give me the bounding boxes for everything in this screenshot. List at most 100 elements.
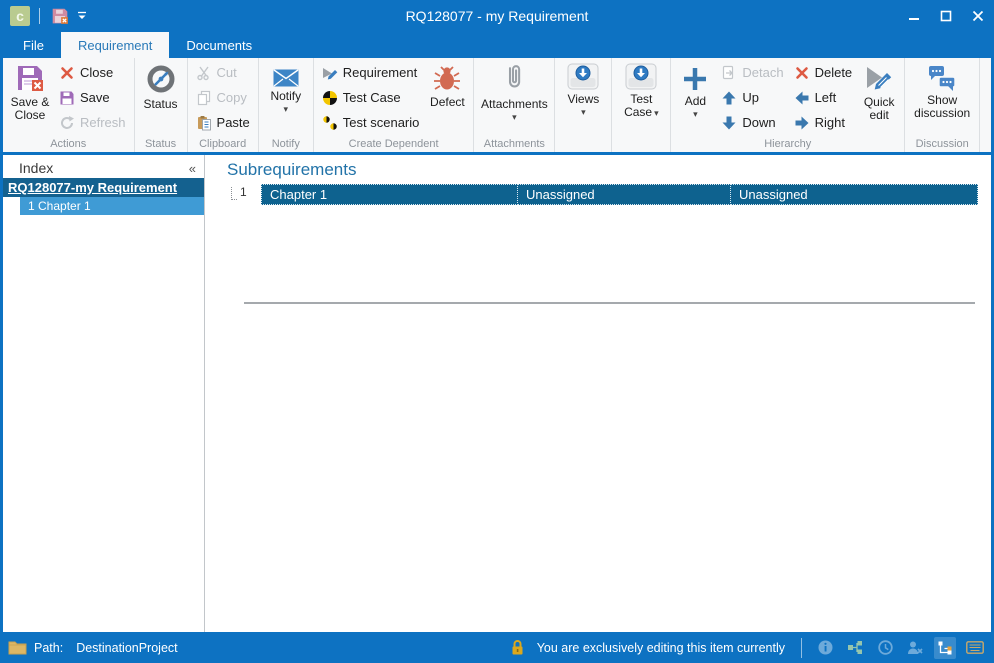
group-label-create-dependent: Create Dependent <box>317 137 471 152</box>
structure-button[interactable] <box>844 637 866 659</box>
down-button[interactable]: Down <box>716 110 788 135</box>
attachments-paperclip-icon <box>499 63 529 95</box>
quick-edit-button[interactable]: Quick edit <box>857 60 901 122</box>
group-label-attachments: Attachments <box>477 137 551 152</box>
tree-item-chapter[interactable]: 1 Chapter 1 <box>20 197 204 215</box>
app-window: c RQ128077 - my Requirement <box>0 0 994 663</box>
close-window-button[interactable] <box>962 0 994 32</box>
show-discussion-button[interactable]: Show discussion <box>908 60 976 120</box>
notify-button[interactable]: Notify ▾ <box>262 60 310 113</box>
window-controls <box>898 0 994 32</box>
group-label-hierarchy: Hierarchy <box>674 137 901 152</box>
minimize-icon <box>908 10 920 22</box>
ribbon-group-views: Views ▾ <box>555 58 612 152</box>
paste-icon <box>196 115 212 131</box>
roles-button[interactable] <box>904 637 926 659</box>
minimize-button[interactable] <box>898 0 930 32</box>
cell-name[interactable]: Chapter 1 <box>261 184 518 205</box>
detach-button[interactable]: Detach <box>716 60 788 85</box>
ribbon-tab-bar: File Requirement Documents <box>0 32 994 58</box>
views-sphere-icon <box>567 63 599 90</box>
delete-x-icon <box>794 65 810 81</box>
app-icon[interactable]: c <box>10 6 30 26</box>
ribbon-group-test-case: Test Case▾ <box>612 58 671 152</box>
tab-file[interactable]: File <box>6 32 61 58</box>
detach-icon <box>721 65 737 81</box>
cell-assignee-1[interactable]: Unassigned <box>517 184 731 205</box>
ribbon: Save & Close Close <box>3 58 991 155</box>
create-defect-button[interactable]: Defect <box>424 60 470 109</box>
close-label: Close <box>80 65 113 80</box>
qat-save-button[interactable] <box>49 4 71 28</box>
copy-button[interactable]: Copy <box>191 85 255 110</box>
status-button[interactable]: Status <box>138 60 184 111</box>
add-button[interactable]: Add ▾ <box>674 60 716 118</box>
refresh-button[interactable]: Refresh <box>54 110 131 135</box>
info-button[interactable] <box>814 637 836 659</box>
content-area: Index « RQ128077-my Requirement 1 Chapte… <box>3 155 991 632</box>
ribbon-group-actions: Save & Close Close <box>3 58 135 152</box>
test-case-views-text: Test Case <box>624 92 652 119</box>
tree-item-root[interactable]: RQ128077-my Requirement <box>3 178 204 197</box>
test-case-views-button[interactable]: Test Case▾ <box>615 60 667 120</box>
tab-requirement[interactable]: Requirement <box>61 32 169 58</box>
content-divider <box>244 302 975 304</box>
maximize-button[interactable] <box>930 0 962 32</box>
paste-button[interactable]: Paste <box>191 110 255 135</box>
up-label: Up <box>742 90 759 105</box>
group-label-discussion: Discussion <box>908 137 976 152</box>
group-label-status: Status <box>138 137 184 152</box>
save-close-icon <box>15 63 45 93</box>
ribbon-group-attachments: Attachments ▾ Attachments <box>474 58 555 152</box>
simple-format-button[interactable]: Simple format <box>983 60 991 122</box>
attachments-button[interactable]: Attachments ▾ <box>477 60 551 121</box>
status-compass-icon <box>145 63 177 95</box>
quick-edit-label: Quick edit <box>857 96 901 122</box>
right-button[interactable]: Right <box>789 110 858 135</box>
history-button[interactable] <box>874 637 896 659</box>
ribbon-group-notify: Notify ▾ Notify <box>259 58 314 152</box>
save-button[interactable]: Save <box>54 85 131 110</box>
keyboard-icon <box>966 641 984 654</box>
tab-documents[interactable]: Documents <box>169 32 269 58</box>
views-button[interactable]: Views ▾ <box>558 60 608 116</box>
create-test-case-button[interactable]: Test Case <box>317 85 425 110</box>
left-button[interactable]: Left <box>789 85 858 110</box>
delete-button[interactable]: Delete <box>789 60 858 85</box>
up-button[interactable]: Up <box>716 85 788 110</box>
create-test-case-label: Test Case <box>343 90 401 105</box>
ribbon-group-create-dependent: Requirement Test Cas <box>314 58 475 152</box>
close-button[interactable]: Close <box>54 60 131 85</box>
notify-label: Notify <box>270 90 301 103</box>
create-requirement-button[interactable]: Requirement <box>317 60 425 85</box>
create-test-scenario-label: Test scenario <box>343 115 420 130</box>
hierarchy-view-button[interactable] <box>934 637 956 659</box>
up-arrow-icon <box>721 90 737 106</box>
copy-icon <box>196 90 212 106</box>
cut-icon <box>196 65 212 81</box>
user-roles-icon <box>907 640 923 655</box>
cut-button[interactable]: Cut <box>191 60 255 85</box>
info-icon <box>818 640 833 655</box>
paste-label: Paste <box>217 115 250 130</box>
collapse-panel-icon[interactable]: « <box>189 162 196 175</box>
create-test-scenario-button[interactable]: Test scenario <box>317 110 425 135</box>
ribbon-group-clipboard: Cut Copy <box>188 58 259 152</box>
quick-edit-icon <box>864 63 894 93</box>
ribbon-group-status: Status Status <box>135 58 188 152</box>
refresh-icon <box>59 115 75 131</box>
subrequirement-row-number: 1 <box>231 185 247 205</box>
qat-dropdown-button[interactable] <box>71 4 93 28</box>
left-arrow-icon <box>794 90 810 106</box>
group-label-actions: Actions <box>6 137 131 152</box>
subrequirement-row[interactable]: Chapter 1 Unassigned Unassigned <box>261 184 977 205</box>
save-close-button[interactable]: Save & Close <box>6 60 54 122</box>
add-caret-icon: ▾ <box>693 110 698 118</box>
cell-assignee-2[interactable]: Unassigned <box>730 184 978 205</box>
keyboard-button[interactable] <box>964 637 986 659</box>
status-divider <box>801 638 802 658</box>
add-label: Add <box>685 95 706 108</box>
add-plus-icon <box>682 63 708 92</box>
notify-envelope-icon <box>273 63 299 87</box>
test-scenario-icon <box>322 115 338 131</box>
